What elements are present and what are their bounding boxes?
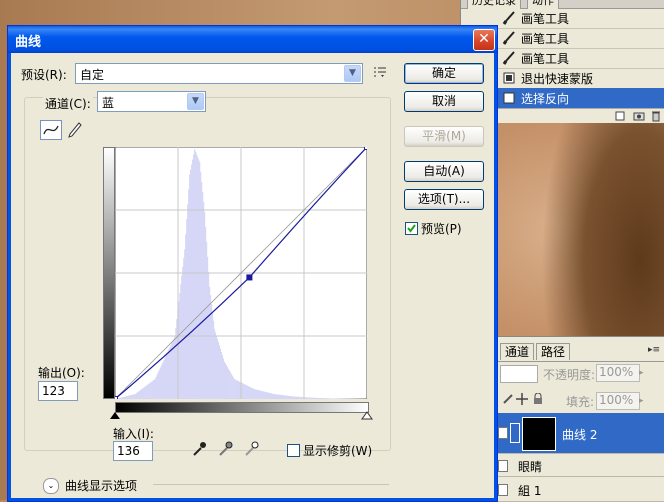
layer-row[interactable]: 眼睛 [496,454,664,477]
visibility-icon[interactable] [498,460,508,472]
chevron-down-icon: ▼ [187,93,204,110]
new-document-icon[interactable] [615,111,625,121]
channel-label: 通道(C): [43,95,93,112]
opacity-input[interactable]: 100% [596,364,640,382]
curve-control-point[interactable] [115,397,118,400]
tab-paths[interactable]: 路径 [536,343,570,360]
curve-control-point[interactable] [365,147,368,150]
preview-checkbox[interactable] [405,222,418,235]
divider [496,361,664,362]
lock-position-icon[interactable] [516,393,528,405]
fill-input[interactable]: 100% [596,392,640,410]
input-label: 输入(I): [113,425,154,442]
preset-options-icon[interactable] [373,66,387,78]
visibility-icon[interactable] [498,484,508,496]
blend-mode-select[interactable] [500,365,538,383]
history-item[interactable]: 画笔工具 [497,48,664,69]
layers-panel: 通道 路径 ▸≡ 不透明度: 100% ▸ 填充: 100% ▸ 曲线 2 眼睛… [495,336,664,501]
history-item-label: 画笔工具 [521,10,569,27]
trash-icon[interactable] [651,110,661,122]
visibility-icon[interactable] [498,427,508,439]
curve-control-point[interactable] [247,275,252,280]
opacity-arrow-icon[interactable]: ▸ [639,365,651,381]
mask-icon [501,70,517,86]
white-eyedropper-icon[interactable] [243,440,259,458]
brush-icon [501,30,517,46]
curves-dialog: 曲线 ✕ 预设(R): 自定 ▼ 通道(C): 蓝 ▼ [7,25,498,502]
options-button[interactable]: 选项(T)... [404,189,484,210]
smooth-button[interactable]: 平滑(M) [404,126,484,147]
history-item[interactable]: 画笔工具 [497,28,664,49]
snapshot-icon[interactable] [633,111,645,121]
history-item[interactable]: 退出快速蒙版 [497,68,664,89]
show-clipping-checkbox[interactable] [287,444,300,457]
history-item-label: 画笔工具 [521,50,569,67]
layer-name: 組 1 [518,482,541,499]
ok-button[interactable]: 确定 [404,63,484,84]
output-field[interactable]: 123 [38,381,78,401]
gray-eyedropper-icon[interactable] [217,440,233,458]
show-clipping-label: 显示修剪(W) [303,442,372,459]
chevron-down-icon: ▼ [344,65,361,82]
lock-transparency-icon[interactable] [502,393,514,405]
brush-icon [501,50,517,66]
expand-icon[interactable]: ⌄ [43,478,59,494]
dialog-body: 预设(R): 自定 ▼ 通道(C): 蓝 ▼ [11,53,494,498]
opacity-label: 不透明度: [543,366,595,383]
preset-value: 自定 [80,66,104,83]
history-toolbar [497,108,664,123]
selection-icon [501,90,517,106]
output-gradient-bar [103,147,115,399]
curve-graph[interactable] [115,147,367,399]
checkmark-icon [406,223,417,234]
brush-icon [501,10,517,26]
cancel-button[interactable]: 取消 [404,91,484,112]
layer-mask-thumbnail[interactable] [522,417,556,451]
fill-label: 填充: [566,393,594,410]
history-item-label: 退出快速蒙版 [521,70,593,87]
input-gradient-bar [115,402,369,413]
fill-arrow-icon[interactable]: ▸ [639,393,651,409]
black-point-slider[interactable] [109,411,121,421]
panel-menu-icon[interactable]: ▸≡ [648,345,658,355]
curve-point-tool[interactable] [40,120,62,140]
layer-row-selected[interactable]: 曲线 2 [496,413,664,454]
dialog-title: 曲线 [15,31,41,50]
lock-all-icon[interactable] [532,393,544,405]
close-button[interactable]: ✕ [473,29,495,51]
layer-row[interactable]: 組 1 [496,477,664,502]
black-eyedropper-icon[interactable] [191,440,207,458]
white-point-slider[interactable] [361,411,373,421]
dialog-titlebar[interactable]: 曲线 ✕ [8,26,497,53]
tab-channels[interactable]: 通道 [500,343,534,360]
output-value: 123 [42,384,65,398]
history-item-label: 画笔工具 [521,30,569,47]
history-item-selected[interactable]: 选择反向 [497,88,664,109]
history-item-label: 选择反向 [521,90,569,107]
curve-tool-icon [41,121,61,139]
layer-name: 曲线 2 [562,426,597,443]
link-icon [510,423,520,443]
preset-select[interactable]: 自定 ▼ [75,63,363,84]
channel-value: 蓝 [102,94,114,111]
pencil-icon[interactable] [66,121,82,139]
auto-button[interactable]: 自动(A) [404,161,484,182]
history-item[interactable]: 画笔工具 [497,8,664,29]
layer-name: 眼睛 [518,458,542,475]
input-field[interactable]: 136 [113,441,153,461]
output-label: 输出(O): [38,364,85,381]
divider [153,484,389,485]
preset-label: 预设(R): [21,66,67,83]
preview-label: 预览(P) [421,220,462,237]
channel-select[interactable]: 蓝 ▼ [97,91,206,112]
input-value: 136 [117,444,140,458]
curve-display-options-label: 曲线显示选项 [65,477,137,494]
